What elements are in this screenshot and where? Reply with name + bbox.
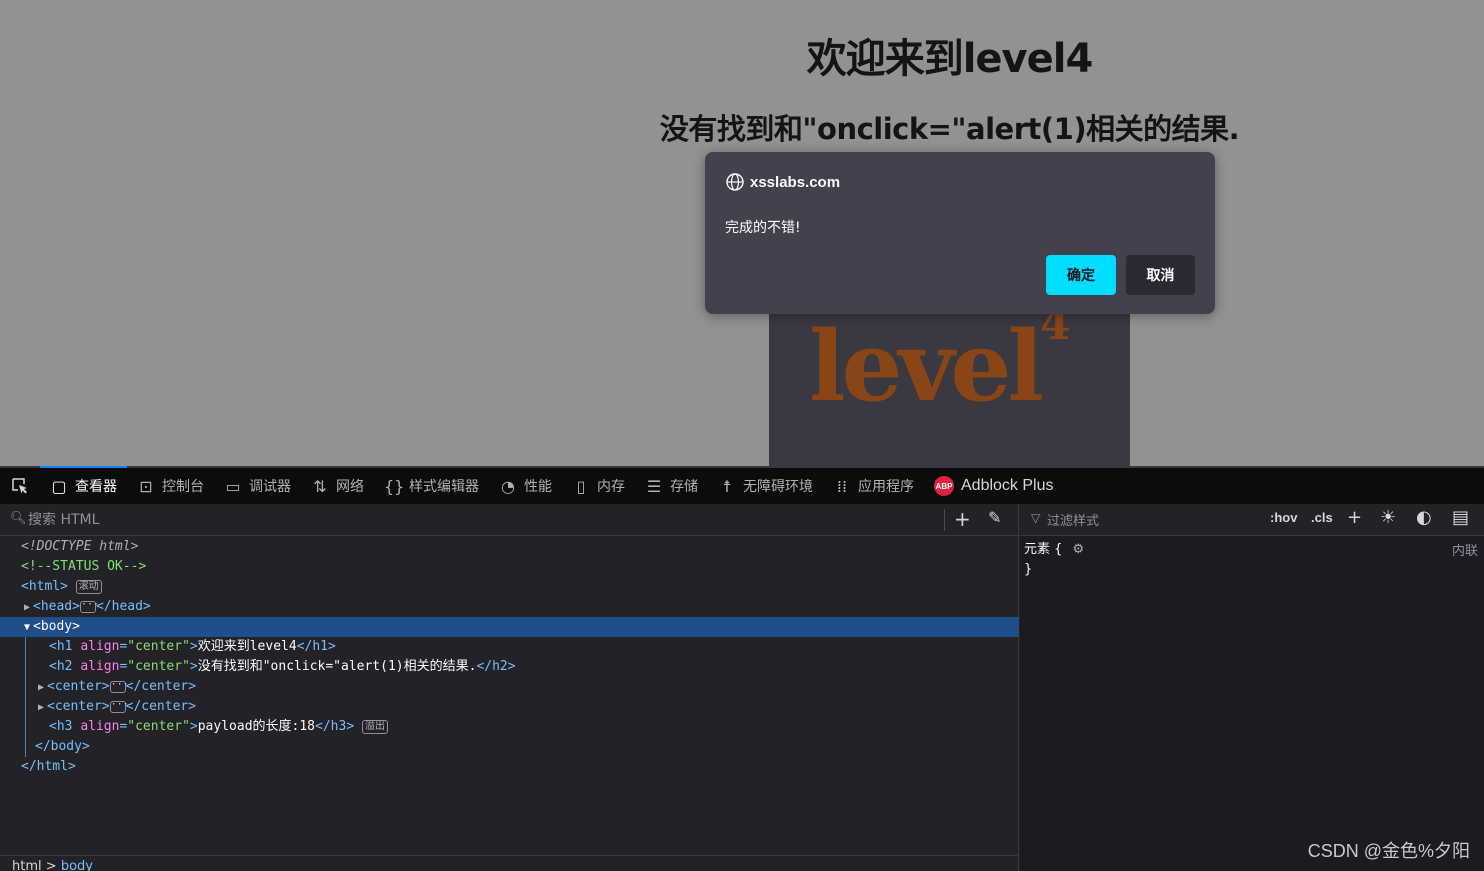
storage-icon: ☰	[646, 476, 662, 496]
tab-console[interactable]: ⊡ 控制台	[127, 468, 214, 504]
element-picker-icon	[12, 478, 27, 494]
tree-line-h1[interactable]: <h1 align="center">欢迎来到level4</h1>	[0, 637, 1019, 657]
dialog-message: 完成的不错!	[725, 220, 801, 236]
breadcrumb-html[interactable]: html	[12, 859, 42, 871]
level-logo-image: level4	[769, 299, 1130, 466]
collapse-triangle-icon[interactable]: ▼	[21, 618, 33, 638]
tree-line-doctype[interactable]: <!DOCTYPE html>	[0, 537, 1019, 557]
tree-line-body-selected[interactable]: ▼ <body>	[0, 617, 1019, 637]
page-viewport: 欢迎来到level4 没有找到和"onclick="alert(1)相关的结果.…	[0, 0, 1484, 466]
rules-toolbar: ▽ 过滤样式 :hov .cls + ☀ ◐ ▤	[1020, 504, 1484, 536]
scroll-badge[interactable]: 滚动	[75, 579, 102, 594]
add-node-icon[interactable]: +	[954, 507, 971, 531]
tab-network[interactable]: ⇅ 网络	[301, 468, 374, 504]
globe-icon	[726, 173, 744, 191]
alert-dialog: xsslabs.com 完成的不错! 确定 取消	[705, 152, 1215, 314]
tree-line-h2[interactable]: <h2 align="center">没有找到和"onclick="alert(…	[0, 657, 1019, 677]
page-title: 欢迎来到level4	[806, 36, 1094, 82]
breadcrumb-body[interactable]: body	[61, 859, 93, 871]
tab-adblock-plus[interactable]: ABP Adblock Plus	[924, 468, 1064, 504]
console-icon: ⊡	[139, 476, 153, 496]
expand-triangle-icon[interactable]: ▶	[35, 678, 47, 698]
cls-toggle[interactable]: .cls	[1311, 510, 1333, 525]
watermark: CSDN @金色%夕阳	[1307, 841, 1470, 861]
style-editor-icon: {}	[384, 476, 405, 496]
html-search-input[interactable]	[28, 509, 928, 531]
level-logo-text: level4	[809, 299, 1070, 423]
dark-scheme-icon[interactable]: ◐	[1416, 507, 1432, 528]
markup-tree: <!DOCTYPE html> <!--STATUS OK--> <html> …	[0, 537, 1019, 777]
tree-line-center-1[interactable]: ▶ <center>···</center>	[0, 677, 1019, 697]
tab-application[interactable]: ⁞⁞ 应用程序	[823, 468, 924, 504]
tree-line-html-close[interactable]: </html>	[0, 757, 1019, 777]
collapsed-ellipsis[interactable]: ···	[79, 599, 99, 613]
filter-styles-input[interactable]: 过滤样式	[1047, 510, 1099, 529]
dialog-origin: xsslabs.com	[725, 172, 840, 192]
tree-line-head[interactable]: ▶ <head>···</head>	[0, 597, 1019, 617]
tab-accessibility[interactable]: ☨ 无障碍环境	[708, 468, 823, 504]
tree-line-h3[interactable]: <h3 align="center">payload的长度:18</h3> 溢出	[0, 717, 1019, 737]
search-result-heading: 没有找到和"onclick="alert(1)相关的结果.	[659, 112, 1240, 146]
inspector-icon: ▢	[51, 476, 67, 496]
ok-button[interactable]: 确定	[1046, 255, 1116, 295]
html-search-bar: 🔍︎ + ✎	[0, 504, 1018, 536]
tree-line-body-close[interactable]: </body>	[0, 737, 1019, 757]
hov-toggle[interactable]: :hov	[1270, 510, 1297, 525]
print-media-icon[interactable]: ▤	[1452, 507, 1469, 528]
collapsed-ellipsis[interactable]: ···	[109, 679, 129, 693]
dialog-host: xsslabs.com	[750, 173, 841, 191]
devtools-panel: ▢ 查看器 ⊡ 控制台 ▭ 调试器 ⇅ 网络 {} 样式编辑器 ◔ 性能 ▯ 内…	[0, 466, 1484, 871]
tree-line-comment[interactable]: <!--STATUS OK-->	[0, 557, 1019, 577]
tab-performance[interactable]: ◔ 性能	[489, 468, 562, 504]
breadcrumb: html > body	[0, 855, 1019, 871]
rule-selector: 元素 {	[1024, 542, 1063, 557]
expand-triangle-icon[interactable]: ▶	[35, 698, 47, 718]
rule-close: }	[1024, 562, 1033, 577]
search-icon: 🔍︎	[10, 511, 27, 526]
collapsed-ellipsis[interactable]: ···	[109, 699, 129, 713]
tab-debugger[interactable]: ▭ 调试器	[214, 468, 301, 504]
network-icon: ⇅	[313, 476, 327, 496]
tree-line-center-2[interactable]: ▶ <center>···</center>	[0, 697, 1019, 717]
overflow-badge[interactable]: 溢出	[361, 719, 388, 734]
expand-triangle-icon[interactable]: ▶	[21, 598, 33, 618]
element-rule: 元素 { ⚙ }	[1024, 540, 1084, 580]
tab-inspector[interactable]: ▢ 查看器	[40, 466, 127, 504]
debugger-icon: ▭	[225, 476, 241, 496]
tab-memory[interactable]: ▯ 内存	[562, 468, 635, 504]
rule-settings-icon[interactable]: ⚙	[1073, 542, 1085, 557]
application-icon: ⁞⁞	[836, 476, 848, 496]
element-picker-button[interactable]	[0, 468, 40, 504]
rules-pane: ▽ 过滤样式 :hov .cls + ☀ ◐ ▤ 元素 { ⚙ } 内联	[1020, 504, 1484, 871]
rule-source: 内联	[1451, 544, 1478, 559]
tab-storage[interactable]: ☰ 存储	[635, 468, 708, 504]
devtools-tabbar: ▢ 查看器 ⊡ 控制台 ▭ 调试器 ⇅ 网络 {} 样式编辑器 ◔ 性能 ▯ 内…	[0, 466, 1484, 504]
tree-line-html[interactable]: <html> 滚动	[0, 577, 1019, 597]
toolbar-separator	[944, 509, 945, 531]
filter-icon: ▽	[1031, 511, 1041, 525]
accessibility-icon: ☨	[722, 476, 732, 496]
body-indent-guide	[25, 637, 26, 757]
light-scheme-icon[interactable]: ☀	[1380, 507, 1396, 528]
abp-icon: ABP	[934, 476, 954, 496]
tab-style-editor[interactable]: {} 样式编辑器	[374, 468, 489, 504]
performance-icon: ◔	[501, 476, 515, 496]
eyedropper-icon[interactable]: ✎	[988, 508, 1001, 527]
markup-pane: 🔍︎ + ✎ <!DOCTYPE html> <!--STATUS OK--> …	[0, 504, 1019, 871]
add-rule-icon[interactable]: +	[1347, 507, 1362, 528]
cancel-button[interactable]: 取消	[1126, 255, 1195, 295]
memory-icon: ▯	[576, 476, 586, 496]
